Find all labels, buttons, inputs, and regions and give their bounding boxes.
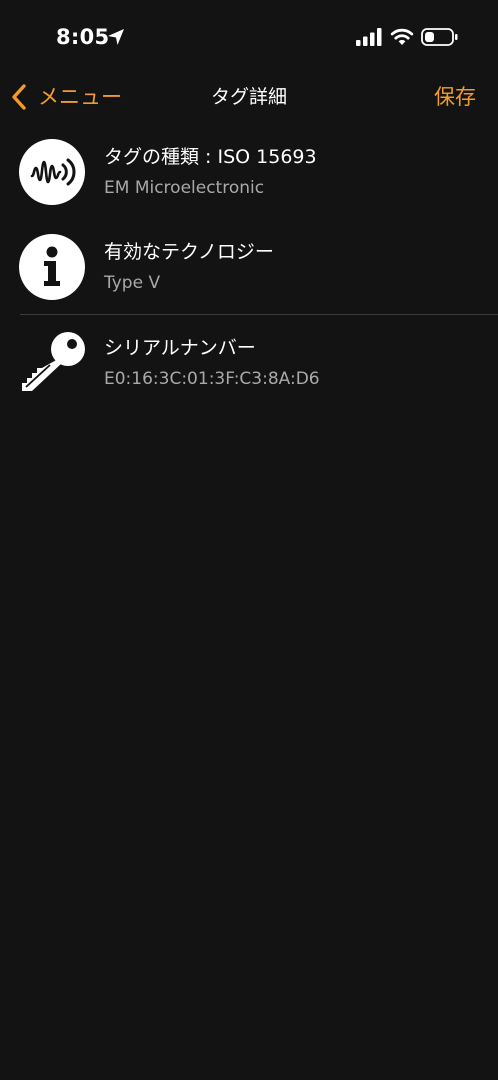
nfc-tag-icon — [19, 139, 85, 205]
wifi-icon — [390, 28, 414, 45]
status-time: 8:05 — [56, 25, 110, 49]
list-item-technology: 有効なテクノロジー Type V — [0, 219, 498, 315]
page-title: タグ詳細 — [210, 86, 287, 108]
info-icon — [19, 234, 85, 300]
status-bar: 8:05 — [0, 0, 498, 70]
serial-number-title: シリアルナンバー — [104, 337, 256, 359]
battery-icon — [421, 28, 458, 46]
list-item-tag-type: タグの種類 : ISO 15693 EM Microelectronic — [0, 124, 498, 220]
tag-manufacturer: EM Microelectronic — [104, 178, 265, 198]
cellular-signal-icon — [356, 28, 382, 46]
key-icon — [22, 332, 85, 391]
location-arrow-icon — [108, 29, 124, 45]
technology-title: 有効なテクノロジー — [104, 241, 274, 263]
serial-number-value: E0:16:3C:01:3F:C3:8A:D6 — [104, 369, 320, 389]
technology-value: Type V — [104, 273, 161, 293]
list-item-serial-number: シリアルナンバー E0:16:3C:01:3F:C3:8A:D6 — [0, 315, 498, 411]
tag-type-title: タグの種類 : ISO 15693 — [104, 146, 317, 168]
save-button[interactable]: 保存 — [434, 80, 476, 114]
